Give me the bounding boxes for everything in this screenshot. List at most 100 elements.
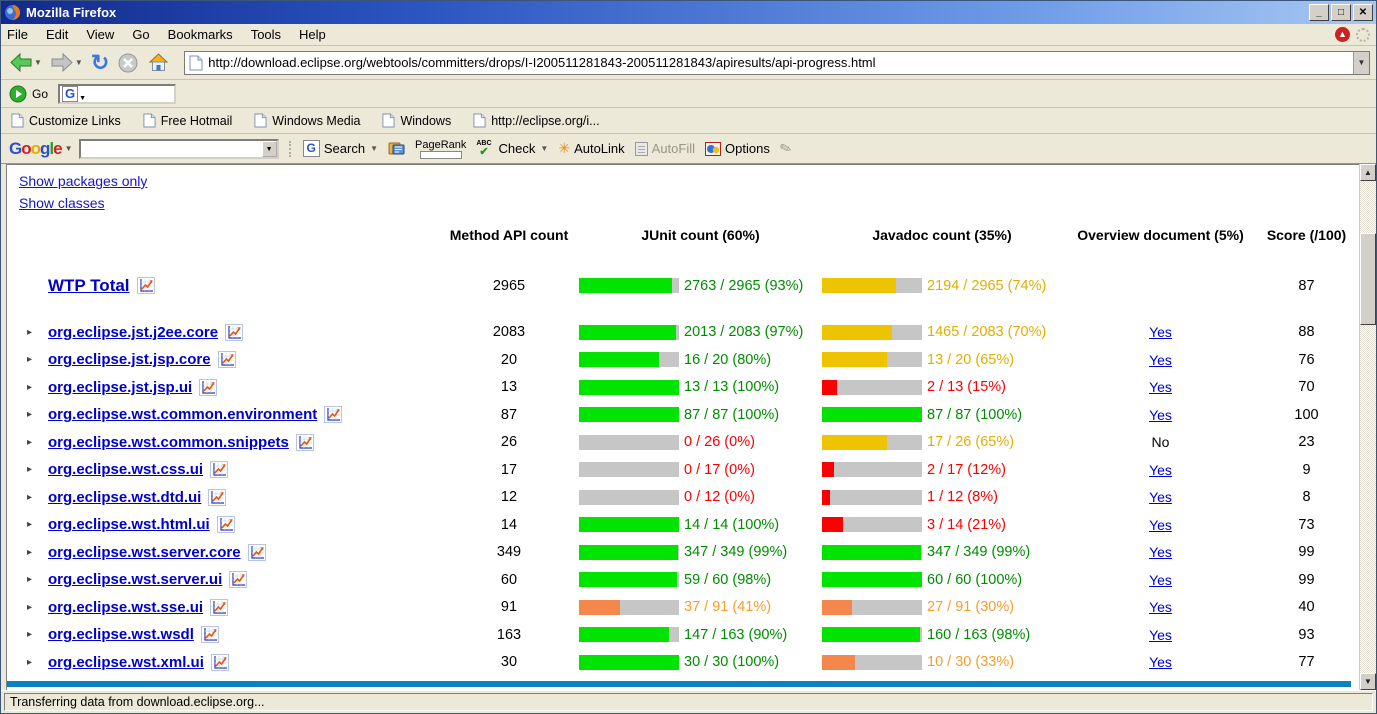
url-dropdown-icon[interactable]: ▼: [1353, 52, 1369, 74]
toolbar-grip[interactable]: [289, 141, 297, 157]
expand-arrow-icon[interactable]: ▸: [27, 354, 41, 365]
go-icon[interactable]: [9, 85, 27, 103]
highlighter-icon[interactable]: ✎: [777, 139, 794, 159]
home-button[interactable]: [145, 50, 172, 75]
chart-icon[interactable]: [218, 351, 236, 368]
pagerank-widget[interactable]: PageRank: [415, 139, 466, 159]
chart-icon[interactable]: [217, 516, 235, 533]
overview-link[interactable]: Yes: [1149, 489, 1172, 505]
maximize-button[interactable]: □: [1331, 4, 1351, 21]
close-button[interactable]: ✕: [1353, 4, 1373, 21]
back-button[interactable]: ▼: [7, 50, 44, 75]
autolink-button[interactable]: ✳ AutoLink: [558, 140, 624, 157]
search-history-dropdown-icon[interactable]: ▼: [262, 141, 277, 157]
overview-link[interactable]: Yes: [1149, 627, 1172, 643]
search-button[interactable]: G Search ▼: [303, 140, 378, 157]
package-link[interactable]: org.eclipse.wst.server.core: [48, 544, 241, 561]
bookmark-item[interactable]: http://eclipse.org/i...: [473, 113, 599, 128]
address-bar[interactable]: http://download.eclipse.org/webtools/com…: [184, 51, 1370, 75]
expand-arrow-icon[interactable]: ▸: [27, 327, 41, 338]
site-search-button[interactable]: [388, 141, 405, 156]
spellcheck-button[interactable]: ABC ✔ Check ▼: [476, 140, 548, 158]
package-link[interactable]: org.eclipse.wst.common.snippets: [48, 434, 289, 451]
chart-icon[interactable]: [324, 406, 342, 423]
expand-arrow-icon[interactable]: ▸: [27, 382, 41, 393]
menu-help[interactable]: Help: [299, 27, 326, 42]
back-dropdown-icon[interactable]: ▼: [34, 58, 42, 67]
overview-link[interactable]: Yes: [1149, 517, 1172, 533]
expand-arrow-icon[interactable]: ▸: [27, 519, 41, 530]
chart-icon[interactable]: [225, 324, 243, 341]
vertical-scrollbar[interactable]: ▲ ▼: [1359, 164, 1376, 690]
package-link[interactable]: org.eclipse.wst.dtd.ui: [48, 489, 201, 506]
package-link[interactable]: org.eclipse.jst.j2ee.core: [48, 324, 218, 341]
stop-button[interactable]: [115, 50, 141, 76]
expand-arrow-icon[interactable]: ▸: [27, 547, 41, 558]
chart-icon[interactable]: [210, 461, 228, 478]
menu-edit[interactable]: Edit: [46, 27, 68, 42]
package-link[interactable]: WTP Total: [48, 276, 130, 296]
overview-link[interactable]: Yes: [1149, 324, 1172, 340]
check-dropdown-icon[interactable]: ▼: [540, 144, 548, 153]
options-button[interactable]: Options: [705, 141, 770, 156]
bookmark-item[interactable]: Windows: [382, 113, 451, 128]
update-notification-icon[interactable]: ▲: [1335, 27, 1350, 42]
google-logo-dropdown-icon[interactable]: ▼: [65, 144, 73, 153]
package-link[interactable]: org.eclipse.wst.common.environment: [48, 406, 317, 423]
overview-link[interactable]: Yes: [1149, 599, 1172, 615]
overview-link[interactable]: Yes: [1149, 379, 1172, 395]
reload-button[interactable]: ↻: [89, 51, 111, 75]
package-link[interactable]: org.eclipse.wst.css.ui: [48, 461, 203, 478]
expand-arrow-icon[interactable]: ▸: [27, 574, 41, 585]
overview-link[interactable]: Yes: [1149, 654, 1172, 670]
expand-arrow-icon[interactable]: ▸: [27, 409, 41, 420]
chart-icon[interactable]: [208, 489, 226, 506]
package-link[interactable]: org.eclipse.wst.sse.ui: [48, 599, 203, 616]
expand-arrow-icon[interactable]: ▸: [27, 437, 41, 448]
show-packages-link[interactable]: Show packages only: [19, 173, 147, 189]
chart-icon[interactable]: [248, 544, 266, 561]
google-logo[interactable]: Google: [9, 139, 62, 159]
package-link[interactable]: org.eclipse.wst.server.ui: [48, 571, 222, 588]
chart-icon[interactable]: [211, 654, 229, 671]
expand-arrow-icon[interactable]: ▸: [27, 657, 41, 668]
overview-link[interactable]: Yes: [1149, 544, 1172, 560]
chart-icon[interactable]: [210, 599, 228, 616]
overview-link[interactable]: Yes: [1149, 462, 1172, 478]
chart-icon[interactable]: [201, 626, 219, 643]
menu-view[interactable]: View: [86, 27, 114, 42]
expand-arrow-icon[interactable]: ▸: [27, 629, 41, 640]
scroll-down-icon[interactable]: ▼: [1360, 673, 1376, 690]
google-search-input[interactable]: ▼: [79, 139, 279, 159]
overview-link[interactable]: Yes: [1149, 352, 1172, 368]
menu-go[interactable]: Go: [132, 27, 149, 42]
expand-arrow-icon[interactable]: ▸: [27, 492, 41, 503]
package-link[interactable]: org.eclipse.wst.wsdl: [48, 626, 194, 643]
scrollbar-thumb[interactable]: [1360, 233, 1376, 325]
chart-icon[interactable]: [296, 434, 314, 451]
autofill-button[interactable]: AutoFill: [635, 141, 695, 156]
bookmark-item[interactable]: Customize Links: [11, 113, 121, 128]
package-link[interactable]: org.eclipse.jst.jsp.ui: [48, 379, 192, 396]
go-label[interactable]: Go: [32, 87, 48, 101]
package-link[interactable]: org.eclipse.wst.html.ui: [48, 516, 210, 533]
bookmark-item[interactable]: Windows Media: [254, 113, 360, 128]
menu-bookmarks[interactable]: Bookmarks: [168, 27, 233, 42]
chart-icon[interactable]: [199, 379, 217, 396]
overview-link[interactable]: Yes: [1149, 572, 1172, 588]
chart-icon[interactable]: [229, 571, 247, 588]
chart-icon[interactable]: [137, 277, 155, 294]
overview-link[interactable]: Yes: [1149, 407, 1172, 423]
menu-file[interactable]: File: [7, 27, 28, 42]
url-text[interactable]: http://download.eclipse.org/webtools/com…: [208, 55, 1353, 70]
forward-button[interactable]: ▼: [48, 50, 85, 75]
show-classes-link[interactable]: Show classes: [19, 195, 105, 211]
quick-search-input[interactable]: G ▼: [58, 84, 176, 104]
minimize-button[interactable]: _: [1309, 4, 1329, 21]
scroll-up-icon[interactable]: ▲: [1360, 164, 1376, 181]
quick-search-dropdown-icon[interactable]: ▼: [79, 95, 86, 102]
search-dropdown-icon[interactable]: ▼: [370, 144, 378, 153]
expand-arrow-icon[interactable]: ▸: [27, 464, 41, 475]
package-link[interactable]: org.eclipse.jst.jsp.core: [48, 351, 211, 368]
bookmark-item[interactable]: Free Hotmail: [143, 113, 233, 128]
